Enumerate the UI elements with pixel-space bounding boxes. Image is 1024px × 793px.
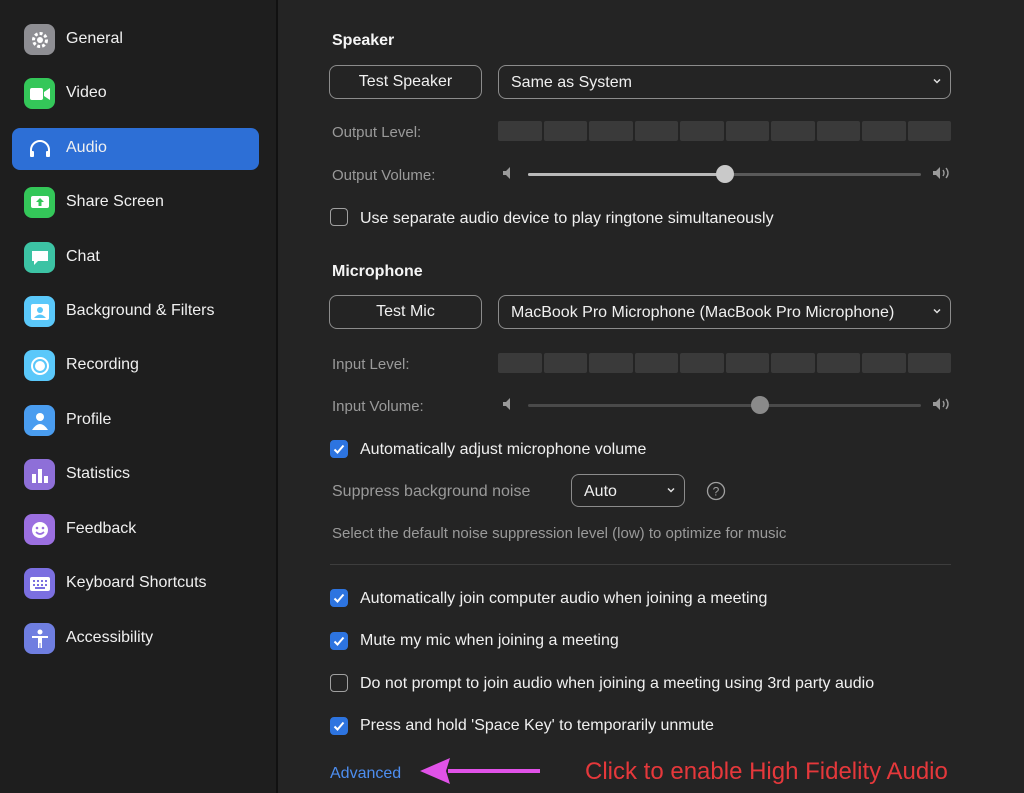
sidebar-item-label: Audio	[66, 139, 107, 156]
sidebar-item-accessibility[interactable]: Accessibility	[12, 618, 259, 660]
mute-mic-on-join-label: Mute my mic when joining a meeting	[360, 632, 619, 649]
microphone-device-value: MacBook Pro Microphone (MacBook Pro Micr…	[511, 304, 895, 321]
input-level-label: Input Level:	[332, 356, 410, 373]
ringtone-device-label: Use separate audio device to play ringto…	[360, 210, 774, 227]
section-divider	[330, 564, 951, 565]
sidebar-item-profile[interactable]: Profile	[12, 400, 259, 442]
output-volume-slider[interactable]	[528, 165, 921, 183]
sidebar-item-feedback[interactable]: Feedback	[12, 509, 259, 551]
speaker-high-icon	[932, 397, 952, 416]
no-prompt-3rd-party-checkbox[interactable]	[330, 674, 348, 692]
person-icon	[24, 405, 55, 436]
auto-adjust-mic-checkbox[interactable]	[330, 440, 348, 458]
sidebar-item-general[interactable]: General	[12, 19, 259, 61]
speaker-device-value: Same as System	[511, 74, 632, 91]
output-volume-knob[interactable]	[715, 165, 734, 183]
sidebar-item-audio[interactable]: Audio	[12, 128, 259, 170]
output-volume-fill	[528, 173, 725, 176]
sidebar-item-label: Background & Filters	[66, 302, 215, 319]
sidebar-item-label: Accessibility	[66, 629, 154, 646]
auto-adjust-mic-label: Automatically adjust microphone volume	[360, 441, 647, 458]
speaker-section-title: Speaker	[332, 32, 395, 49]
sidebar-item-label: Statistics	[66, 465, 131, 482]
chevron-down-icon	[932, 303, 942, 321]
auto-join-audio-checkbox[interactable]	[330, 589, 348, 607]
sidebar-item-recording[interactable]: Recording	[12, 345, 259, 387]
input-volume-slider[interactable]	[528, 396, 921, 414]
sidebar-item-keyboard-shortcuts[interactable]: Keyboard Shortcuts	[12, 563, 259, 605]
sidebar-item-label: Feedback	[66, 520, 137, 537]
video-camera-icon	[24, 78, 55, 109]
record-icon	[24, 350, 55, 381]
sidebar: General Video Audio Share Screen Chat Ba…	[0, 0, 278, 793]
input-volume-label: Input Volume:	[332, 398, 424, 415]
input-level-meter	[498, 353, 951, 373]
sidebar-item-label: Video	[66, 84, 107, 101]
audio-settings-panel: Speaker Test Speaker Same as System Outp…	[278, 0, 1024, 793]
speaker-high-icon	[932, 166, 952, 185]
speaker-low-icon	[502, 166, 514, 185]
advanced-link[interactable]: Advanced	[330, 765, 401, 783]
input-volume-knob[interactable]	[750, 396, 769, 414]
sidebar-item-label: Chat	[66, 248, 100, 265]
sidebar-item-chat[interactable]: Chat	[12, 237, 259, 279]
speaker-device-select[interactable]: Same as System	[498, 65, 951, 99]
chevron-down-icon	[666, 482, 676, 500]
mute-mic-on-join-checkbox[interactable]	[330, 632, 348, 650]
auto-join-audio-label: Automatically join computer audio when j…	[360, 590, 768, 607]
sidebar-item-share-screen[interactable]: Share Screen	[12, 182, 259, 224]
test-mic-button[interactable]: Test Mic	[329, 295, 482, 329]
sidebar-item-label: Keyboard Shortcuts	[66, 574, 207, 591]
space-key-unmute-checkbox[interactable]	[330, 717, 348, 735]
speaker-low-icon	[502, 397, 514, 416]
arrow-left-icon	[418, 756, 543, 791]
annotation-text: Click to enable High Fidelity Audio	[585, 758, 948, 785]
accessibility-person-icon	[24, 623, 55, 654]
output-level-label: Output Level:	[332, 124, 422, 141]
chevron-down-icon	[932, 73, 942, 91]
suppress-noise-select[interactable]: Auto	[571, 474, 685, 507]
sidebar-item-label: Profile	[66, 411, 112, 428]
microphone-section-title: Microphone	[332, 263, 423, 280]
sidebar-item-video[interactable]: Video	[12, 73, 259, 115]
keyboard-icon	[24, 568, 55, 599]
help-question-icon[interactable]: ?	[706, 481, 726, 506]
sidebar-item-label: Share Screen	[66, 193, 164, 210]
background-portrait-icon	[24, 296, 55, 327]
chat-bubble-icon	[24, 242, 55, 273]
test-speaker-button[interactable]: Test Speaker	[329, 65, 482, 99]
suppress-noise-hint: Select the default noise suppression lev…	[332, 525, 787, 542]
share-screen-icon	[24, 187, 55, 218]
space-key-unmute-label: Press and hold 'Space Key' to temporaril…	[360, 717, 714, 734]
output-level-meter	[498, 121, 951, 141]
sidebar-item-label: General	[66, 30, 123, 47]
svg-text:?: ?	[713, 485, 720, 499]
microphone-device-select[interactable]: MacBook Pro Microphone (MacBook Pro Micr…	[498, 295, 951, 329]
sidebar-item-statistics[interactable]: Statistics	[12, 454, 259, 496]
smiley-icon	[24, 514, 55, 545]
no-prompt-3rd-party-label: Do not prompt to join audio when joining…	[360, 675, 875, 692]
headphones-icon	[24, 133, 55, 164]
suppress-noise-label: Suppress background noise	[332, 483, 531, 500]
suppress-noise-value: Auto	[584, 483, 617, 500]
gear-icon	[24, 24, 55, 55]
sidebar-item-label: Recording	[66, 356, 139, 373]
bar-chart-icon	[24, 459, 55, 490]
ringtone-device-checkbox[interactable]	[330, 208, 348, 226]
sidebar-item-background-filters[interactable]: Background & Filters	[12, 291, 259, 333]
output-volume-label: Output Volume:	[332, 167, 436, 184]
